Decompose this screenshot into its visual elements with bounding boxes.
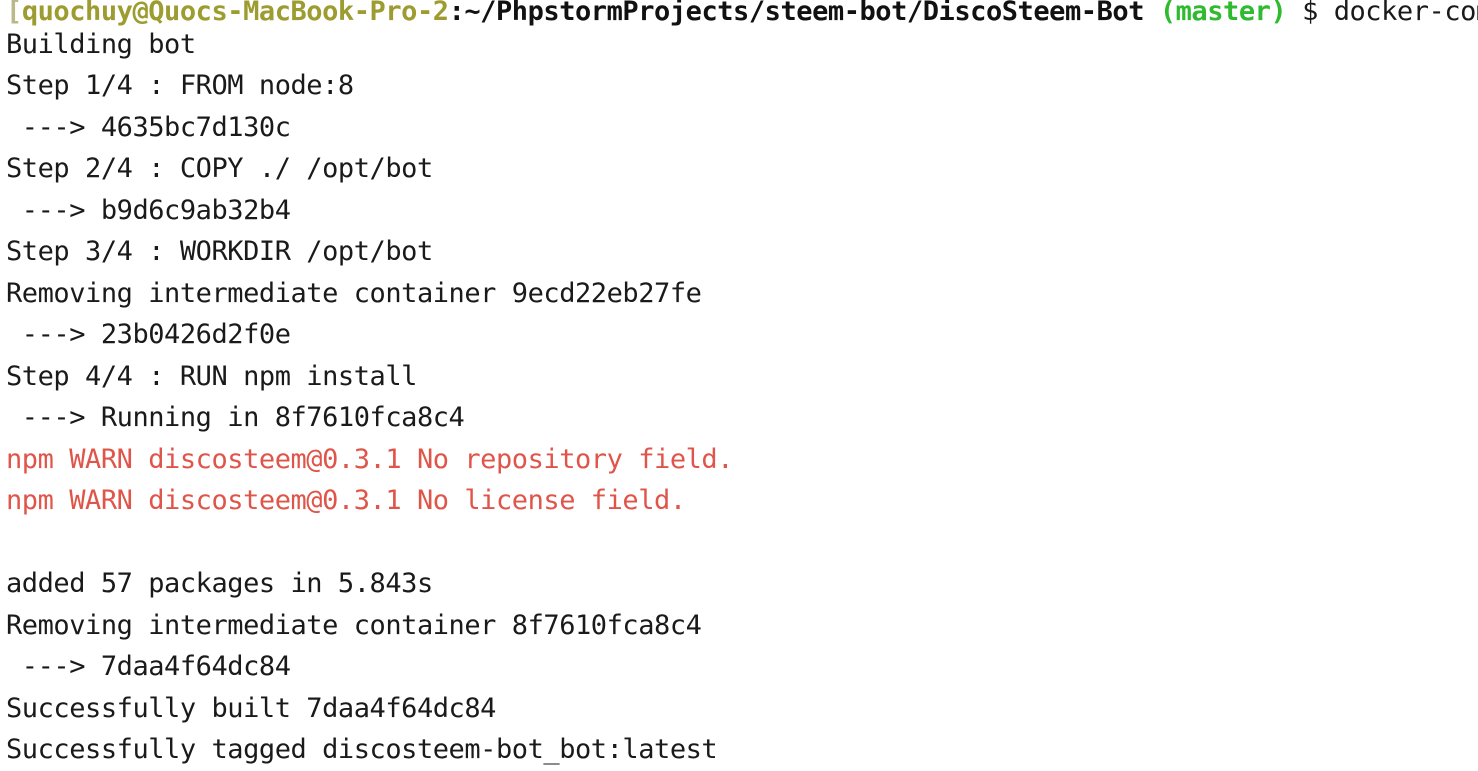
terminal-output-line: Step 2/4 : COPY ./ /opt/bot [0,148,1478,190]
terminal-line-text: ---> 23b0426d2f0e [6,319,291,350]
terminal-output-line: ---> 4635bc7d130c [0,107,1478,149]
terminal-output-line: ---> 7daa4f64dc84 [0,646,1478,688]
terminal-output-line: Step 4/4 : RUN npm install [0,356,1478,398]
terminal-line-text: added 57 packages in 5.843s [6,568,433,599]
terminal-line-text: ---> 7daa4f64dc84 [6,651,291,682]
terminal-line-text: Removing intermediate container 8f7610fc… [6,609,702,641]
prompt-open-bracket: [ [6,0,22,27]
terminal-output-line: Removing intermediate container 9ecd22eb… [0,273,1478,315]
terminal-line-text: ---> 4635bc7d130c [6,111,291,143]
terminal-output-line: ---> 23b0426d2f0e [0,314,1478,356]
terminal-output-line: Successfully tagged discosteem-bot_bot:l… [0,729,1478,771]
prompt-working-directory: :~/PhpstormProjects/steem-bot/DiscoSteem… [448,0,1145,27]
terminal-prompt-line: [quochuy@Quocs-MacBook-Pro-2:~/PhpstormP… [0,0,1478,33]
terminal-line-text: Removing intermediate container 9ecd22eb… [6,277,702,309]
prompt-sigil: $ [1286,0,1334,27]
npm-warning-text: npm WARN discosteem@0.3.1 No license fie… [6,485,686,516]
terminal-output-lines: Building bot Step 1/4 : FROM node:8 ---> … [0,24,1478,771]
terminal-line-text: ---> Running in 8f7610fca8c4 [6,402,465,433]
terminal-output-line: Successfully built 7daa4f64dc84 [0,688,1478,730]
terminal-output-line: ---> Running in 8f7610fca8c4 [0,397,1478,439]
terminal-output-line: Step 1/4 : FROM node:8 [0,65,1478,107]
terminal-output-line: npm WARN discosteem@0.3.1 No repository … [0,439,1478,481]
terminal-line-text [6,527,22,558]
terminal-line-text: Building bot [6,28,196,60]
terminal-output-line: added 57 packages in 5.843s [0,563,1478,605]
prompt-git-branch: (master) [1159,0,1287,27]
terminal-output-line: Step 3/4 : WORKDIR /opt/bot [0,231,1478,273]
prompt-command: docker-compose build [1333,0,1478,27]
terminal-output-pane[interactable]: [quochuy@Quocs-MacBook-Pro-2:~/PhpstormP… [0,0,1478,765]
terminal-line-text: Step 3/4 : WORKDIR /opt/bot [6,236,433,267]
terminal-line-text: ---> b9d6c9ab32b4 [6,194,291,226]
terminal-output-line: ---> b9d6c9ab32b4 [0,190,1478,232]
terminal-line-text: Step 1/4 : FROM node:8 [6,70,354,101]
terminal-line-text: Step 2/4 : COPY ./ /opt/bot [6,153,433,184]
terminal-line-text: Successfully tagged discosteem-bot_bot:l… [6,734,718,765]
terminal-output-line: npm WARN discosteem@0.3.1 No license fie… [0,480,1478,522]
terminal-line-text: Successfully built 7daa4f64dc84 [6,692,496,724]
npm-warning-text: npm WARN discosteem@0.3.1 No repository … [6,443,734,475]
terminal-output-line [0,522,1478,564]
terminal-output-line: Removing intermediate container 8f7610fc… [0,605,1478,647]
prompt-user-host: quochuy@Quocs-MacBook-Pro-2 [21,0,449,27]
prompt-space-before-branch [1144,0,1160,27]
terminal-line-text: Step 4/4 : RUN npm install [6,360,417,392]
